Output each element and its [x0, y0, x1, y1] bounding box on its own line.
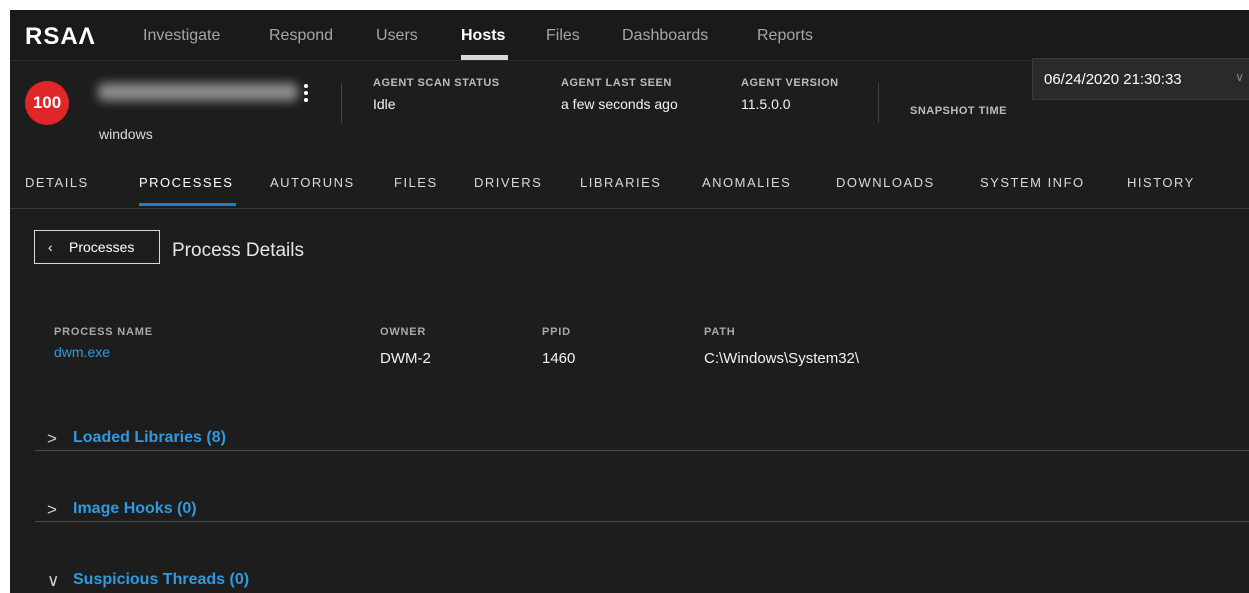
divider: [35, 450, 1249, 451]
chevron-left-icon: ‹: [48, 239, 53, 255]
ppid-value: 1460: [542, 350, 576, 367]
tab-system-info[interactable]: SYSTEM INFO: [980, 175, 1085, 190]
nav-respond[interactable]: Respond: [269, 27, 333, 45]
agent-scan-status-label: AGENT SCAN STATUS: [373, 77, 500, 89]
nav-investigate[interactable]: Investigate: [143, 27, 220, 45]
tab-processes[interactable]: PROCESSES: [139, 175, 233, 190]
divider: [341, 83, 342, 123]
process-name-link[interactable]: dwm.exe: [54, 344, 110, 360]
host-os: windows: [99, 126, 153, 142]
nav-users[interactable]: Users: [376, 27, 418, 45]
snapshot-time-value: 06/24/2020 21:30:33: [1044, 71, 1182, 88]
tab-active-indicator: [139, 203, 236, 206]
chevron-right-icon: >: [47, 429, 57, 448]
risk-score-badge: 100: [25, 81, 69, 125]
snapshot-time-label: SNAPSHOT TIME: [910, 105, 1007, 117]
agent-version-label: AGENT VERSION: [741, 77, 839, 89]
chevron-down-icon: ∨: [47, 571, 60, 590]
tab-autoruns[interactable]: AUTORUNS: [270, 175, 355, 190]
section-image-hooks[interactable]: > Image Hooks (0): [35, 500, 1249, 548]
divider: [35, 521, 1249, 522]
ppid-label: PPID: [542, 326, 571, 338]
rsa-logo: RSAΛ: [25, 23, 96, 50]
top-nav: RSAΛ Investigate Respond Users Hosts Fil…: [10, 10, 1249, 61]
owner-value: DWM-2: [380, 350, 431, 367]
agent-scan-status-value: Idle: [373, 96, 396, 112]
section-title: Suspicious Threads (0): [73, 571, 250, 588]
back-to-processes-button[interactable]: ‹ Processes: [34, 230, 160, 264]
nav-hosts[interactable]: Hosts: [461, 27, 505, 45]
agent-last-seen-value: a few seconds ago: [561, 96, 678, 112]
nav-active-indicator: [461, 55, 508, 60]
nav-reports[interactable]: Reports: [757, 27, 813, 45]
tab-drivers[interactable]: DRIVERS: [474, 175, 542, 190]
agent-last-seen-label: AGENT LAST SEEN: [561, 77, 672, 89]
path-label: PATH: [704, 326, 736, 338]
app-window: RSAΛ Investigate Respond Users Hosts Fil…: [10, 10, 1249, 593]
more-options-icon[interactable]: [300, 82, 312, 112]
agent-version-value: 11.5.0.0: [741, 96, 791, 112]
owner-label: OWNER: [380, 326, 427, 338]
chevron-right-icon: >: [47, 500, 57, 519]
host-tabs: DETAILS PROCESSES AUTORUNS FILES DRIVERS…: [10, 150, 1249, 209]
host-header: 100 windows AGENT SCAN STATUS Idle AGENT…: [10, 58, 1249, 148]
tab-anomalies[interactable]: ANOMALIES: [702, 175, 791, 190]
hostname-redacted: [98, 83, 298, 101]
tab-history[interactable]: HISTORY: [1127, 175, 1195, 190]
nav-files[interactable]: Files: [546, 27, 580, 45]
page-title: Process Details: [172, 240, 304, 261]
chevron-down-icon: ∨: [1235, 70, 1244, 84]
section-title: Image Hooks (0): [73, 500, 197, 517]
snapshot-time-select[interactable]: 06/24/2020 21:30:33 ∨: [1032, 58, 1249, 100]
section-loaded-libraries[interactable]: > Loaded Libraries (8): [35, 429, 1249, 477]
section-title: Loaded Libraries (8): [73, 429, 226, 446]
process-name-label: PROCESS NAME: [54, 326, 153, 338]
tab-files[interactable]: FILES: [394, 175, 438, 190]
path-value: C:\Windows\System32\: [704, 350, 860, 367]
nav-dashboards[interactable]: Dashboards: [622, 27, 708, 45]
tab-downloads[interactable]: DOWNLOADS: [836, 175, 935, 190]
tab-details[interactable]: DETAILS: [25, 175, 89, 190]
tab-libraries[interactable]: LIBRARIES: [580, 175, 661, 190]
back-button-label: Processes: [69, 239, 135, 255]
divider: [878, 83, 879, 123]
section-suspicious-threads[interactable]: ∨ Suspicious Threads (0): [35, 571, 1249, 593]
